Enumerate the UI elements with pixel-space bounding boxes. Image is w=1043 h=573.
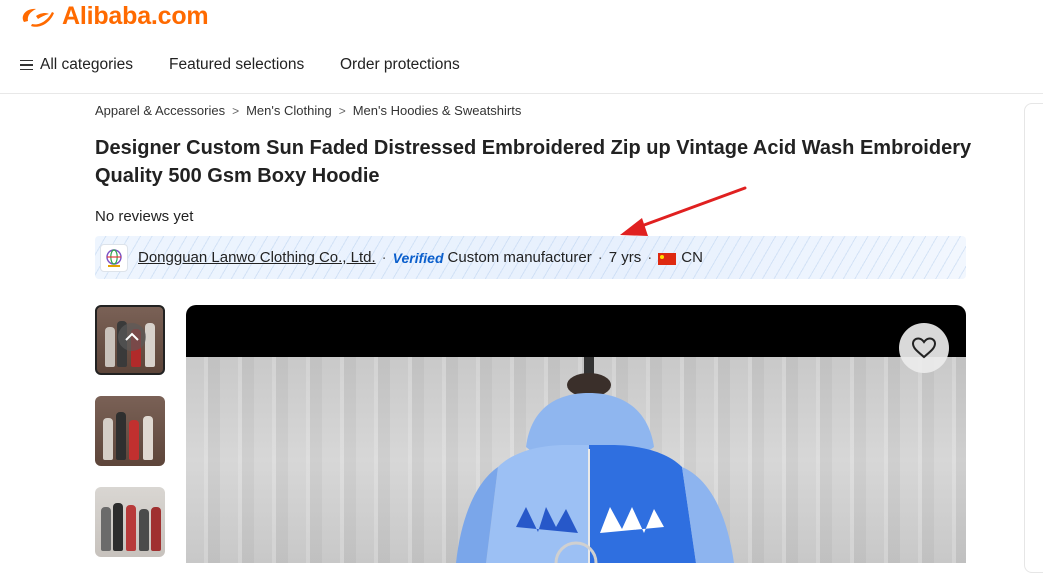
china-flag-icon — [658, 252, 677, 265]
separator-dot: · — [647, 249, 653, 266]
red-arrow-annotation — [620, 186, 747, 236]
separator-dot: · — [597, 249, 603, 266]
breadcrumb-item[interactable]: Apparel & Accessories — [95, 103, 225, 118]
breadcrumb-item[interactable]: Men's Hoodies & Sweatshirts — [353, 103, 522, 118]
favorite-button[interactable] — [899, 323, 949, 373]
top-nav: All categories Featured selections Order… — [0, 50, 1043, 94]
product-photo — [186, 357, 966, 563]
product-title: Designer Custom Sun Faded Distressed Emb… — [95, 137, 972, 187]
alibaba-logo[interactable]: Alibaba.com — [18, 2, 209, 31]
nav-label: Featured selections — [169, 56, 305, 73]
alibaba-logo-icon — [22, 8, 54, 27]
gallery-thumbnail[interactable] — [95, 487, 165, 557]
nav-featured-selections[interactable]: Featured selections — [169, 56, 304, 74]
reviews-summary: No reviews yet — [95, 208, 194, 225]
supplier-bar: Dongguan Lanwo Clothing Co., Ltd. · Veri… — [95, 236, 966, 279]
supplier-logo-icon[interactable] — [100, 243, 128, 272]
nav-label: All categories — [40, 56, 134, 73]
hamburger-icon — [20, 59, 33, 71]
gallery-thumbnail[interactable] — [95, 305, 165, 375]
purchase-panel — [1024, 103, 1043, 573]
nav-order-protections[interactable]: Order protections — [340, 56, 460, 74]
breadcrumb-item[interactable]: Men's Clothing — [246, 103, 332, 118]
chevron-up-icon[interactable] — [118, 323, 146, 351]
separator-dot: · — [381, 249, 387, 266]
heart-icon — [911, 337, 937, 359]
breadcrumb: Apparel & Accessories > Men's Clothing >… — [95, 103, 521, 118]
main-product-image[interactable] — [186, 305, 966, 563]
gallery-thumbnail[interactable] — [95, 396, 165, 466]
verified-badge[interactable]: Verified — [393, 250, 444, 266]
supplier-years: 7 yrs — [608, 249, 642, 266]
nav-all-categories[interactable]: All categories — [20, 56, 133, 74]
supplier-country: CN — [681, 249, 703, 266]
supplier-name-link[interactable]: Dongguan Lanwo Clothing Co., Ltd. — [138, 249, 376, 266]
chevron-right-icon: > — [232, 103, 240, 118]
supplier-type: Custom manufacturer — [447, 249, 592, 266]
nav-label: Order protections — [340, 56, 460, 73]
globe-icon — [106, 248, 122, 267]
chevron-right-icon: > — [338, 103, 346, 118]
hoodie-image — [456, 357, 734, 563]
logo-text: Alibaba.com — [62, 2, 209, 30]
